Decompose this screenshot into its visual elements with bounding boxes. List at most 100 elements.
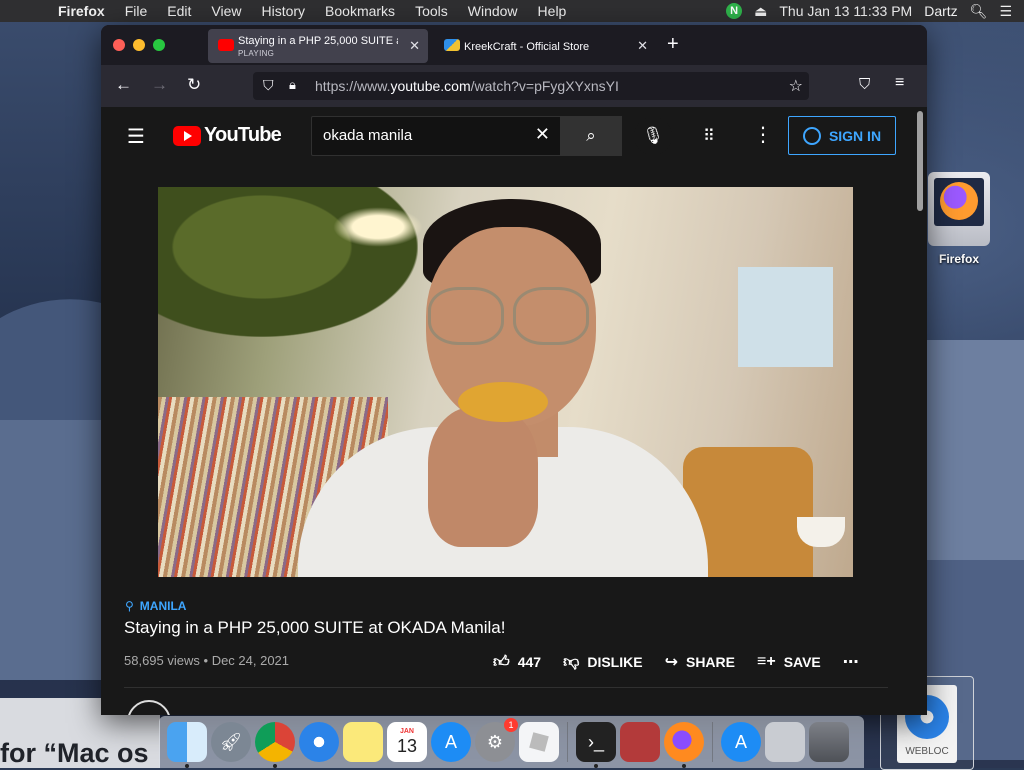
menu-bookmarks[interactable]: Bookmarks	[315, 3, 405, 19]
like-button[interactable]: 👍︎ 447	[493, 653, 541, 672]
dock-safari-icon[interactable]	[299, 722, 339, 762]
control-center-icon[interactable]: ☰	[999, 3, 1012, 20]
like-count: 447	[517, 654, 542, 670]
share-arrow-icon: ↪	[664, 654, 678, 671]
window-minimize-button[interactable]	[133, 39, 145, 51]
settings-notification-badge: 1	[504, 718, 518, 732]
menubar-clock[interactable]: Thu Jan 13 11:33 PM	[779, 3, 912, 19]
save-label: SAVE	[783, 654, 821, 670]
calendar-day: 13	[396, 736, 418, 756]
url-bar[interactable]: ⛉ 🔒︎ https://www.youtube.com/watch?v=pFy…	[253, 72, 809, 100]
desktop-icon-firefox[interactable]: Firefox	[924, 172, 994, 266]
tab-kreekcraft-store[interactable]: KreekCraft - Official Store ✕	[434, 29, 656, 63]
tab-title: KreekCraft - Official Store	[464, 41, 590, 53]
apps-grid-icon[interactable]: ⠿	[703, 126, 715, 146]
menu-history[interactable]: History	[251, 3, 315, 19]
page-scrollbar[interactable]	[916, 107, 924, 715]
menubar-user[interactable]: Dartz	[924, 3, 957, 19]
save-button[interactable]: ≡+ SAVE	[757, 653, 821, 671]
youtube-header: ☰ YouTube okada manila ✕ ⌕ 🎙︎ ⠿ ⋮ SIGN I…	[101, 107, 913, 163]
dock-launchpad-icon[interactable]: 🚀︎	[211, 722, 251, 762]
tab-close-icon[interactable]: ✕	[409, 38, 420, 54]
tracking-protection-shield-icon[interactable]: ⛉	[263, 77, 274, 94]
dock-downloads-app-store-icon[interactable]: A	[721, 722, 761, 762]
clear-search-icon[interactable]: ✕	[535, 124, 550, 145]
spotlight-search-icon[interactable]: 🔍︎	[970, 3, 988, 20]
location-pin-icon: ⚲	[125, 599, 134, 613]
reload-icon[interactable]: ↻	[187, 75, 201, 95]
webloc-label: WEBLOC	[905, 746, 949, 757]
thumbs-up-icon: 👍︎	[493, 653, 510, 671]
menu-window[interactable]: Window	[458, 3, 528, 19]
menu-bar: Firefox File Edit View History Bookmarks…	[0, 0, 1024, 22]
dock-terminal-icon[interactable]: ›_	[576, 722, 616, 768]
lock-icon[interactable]: 🔒︎	[289, 77, 296, 93]
search-input[interactable]: okada manila ✕	[311, 116, 561, 156]
search-query-text[interactable]: okada manila	[323, 127, 412, 144]
menu-app-firefox[interactable]: Firefox	[48, 3, 115, 19]
guide-menu-icon[interactable]: ☰	[127, 124, 145, 149]
desktop-icon-label: Firefox	[938, 252, 979, 266]
menu-tools[interactable]: Tools	[405, 3, 458, 19]
tab-close-icon[interactable]: ✕	[637, 38, 648, 54]
tab-title: Staying in a PHP 25,000 SUITE a	[238, 35, 398, 47]
tab-youtube-video[interactable]: Staying in a PHP 25,000 SUITE a PLAYING …	[208, 29, 428, 63]
more-vertical-icon[interactable]: ⋮	[753, 122, 773, 147]
youtube-wordmark: YouTube	[204, 124, 282, 146]
new-tab-plus-icon[interactable]: +	[667, 33, 679, 56]
norton-status-icon[interactable]: N	[726, 3, 743, 19]
app-menu-icon[interactable]: ≡	[895, 74, 904, 92]
dock-notes-icon[interactable]	[343, 722, 383, 762]
section-divider	[124, 687, 888, 688]
youtube-play-icon	[173, 125, 201, 146]
menu-view[interactable]: View	[201, 3, 251, 19]
search-button[interactable]: ⌕	[560, 116, 622, 156]
sign-in-label: SIGN IN	[828, 127, 882, 144]
voice-search-button[interactable]: 🎙︎	[634, 117, 672, 155]
video-meta: 58,695 views • Dec 24, 2021	[124, 653, 289, 668]
menu-help[interactable]: Help	[528, 3, 577, 19]
window-zoom-button[interactable]	[153, 39, 165, 51]
video-location-link[interactable]: ⚲ MANILA	[125, 599, 186, 613]
dock-documents-stack-icon[interactable]	[765, 722, 805, 762]
dock-finder-icon[interactable]	[167, 722, 207, 768]
share-button[interactable]: ↪ SHARE	[665, 652, 735, 672]
bookmark-star-icon[interactable]: ☆	[789, 76, 803, 96]
video-actions: 👍︎ 447 👎︎ DISLIKE ↪ SHARE ≡+ SAVE ⋯	[493, 652, 881, 672]
more-horizontal-icon: ⋯	[842, 654, 859, 671]
dock-app-store-icon[interactable]: A	[431, 722, 471, 762]
dock-separator	[712, 722, 713, 762]
more-actions-button[interactable]: ⋯	[843, 652, 859, 672]
menu-file[interactable]: File	[115, 3, 158, 19]
menu-edit[interactable]: Edit	[157, 3, 201, 19]
dock-firefox-icon[interactable]	[664, 722, 704, 768]
forward-arrow-icon[interactable]: →	[151, 75, 168, 95]
upload-date: Dec 24, 2021	[211, 653, 290, 668]
channel-avatar[interactable]	[127, 700, 171, 715]
view-count: 58,695 views	[124, 653, 200, 668]
dock-photo-booth-icon[interactable]	[620, 722, 660, 762]
dock-trash-icon[interactable]	[809, 722, 849, 762]
playlist-add-icon: ≡+	[757, 653, 776, 670]
firefox-window: Staying in a PHP 25,000 SUITE a PLAYING …	[101, 25, 927, 715]
url-text[interactable]: https://www.youtube.com/watch?v=pFygXYxn…	[315, 78, 619, 94]
firefox-drive-icon	[928, 172, 990, 246]
location-label: MANILA	[139, 599, 187, 613]
search-icon: ⌕	[586, 126, 596, 145]
dislike-label: DISLIKE	[587, 654, 643, 670]
scrollbar-thumb[interactable]	[917, 111, 923, 211]
calendar-month: JAN	[399, 728, 414, 735]
dock-system-preferences-icon[interactable]: ⚙ 1	[475, 718, 518, 762]
youtube-logo[interactable]: YouTube	[173, 124, 282, 147]
back-arrow-icon[interactable]: ←	[115, 75, 132, 95]
dock-roblox-icon[interactable]	[519, 722, 559, 762]
dock-calendar-icon[interactable]: JAN 13	[387, 722, 427, 762]
video-player[interactable]	[158, 187, 853, 577]
sign-in-button[interactable]: SIGN IN	[788, 116, 896, 155]
dock-chrome-icon[interactable]	[255, 722, 295, 768]
eject-icon[interactable]: ⏏	[754, 3, 767, 20]
tab-bar: Staying in a PHP 25,000 SUITE a PLAYING …	[101, 25, 927, 65]
dislike-button[interactable]: 👎︎ DISLIKE	[563, 653, 642, 672]
pocket-icon[interactable]: ⛉	[859, 76, 870, 93]
window-close-button[interactable]	[113, 39, 125, 51]
